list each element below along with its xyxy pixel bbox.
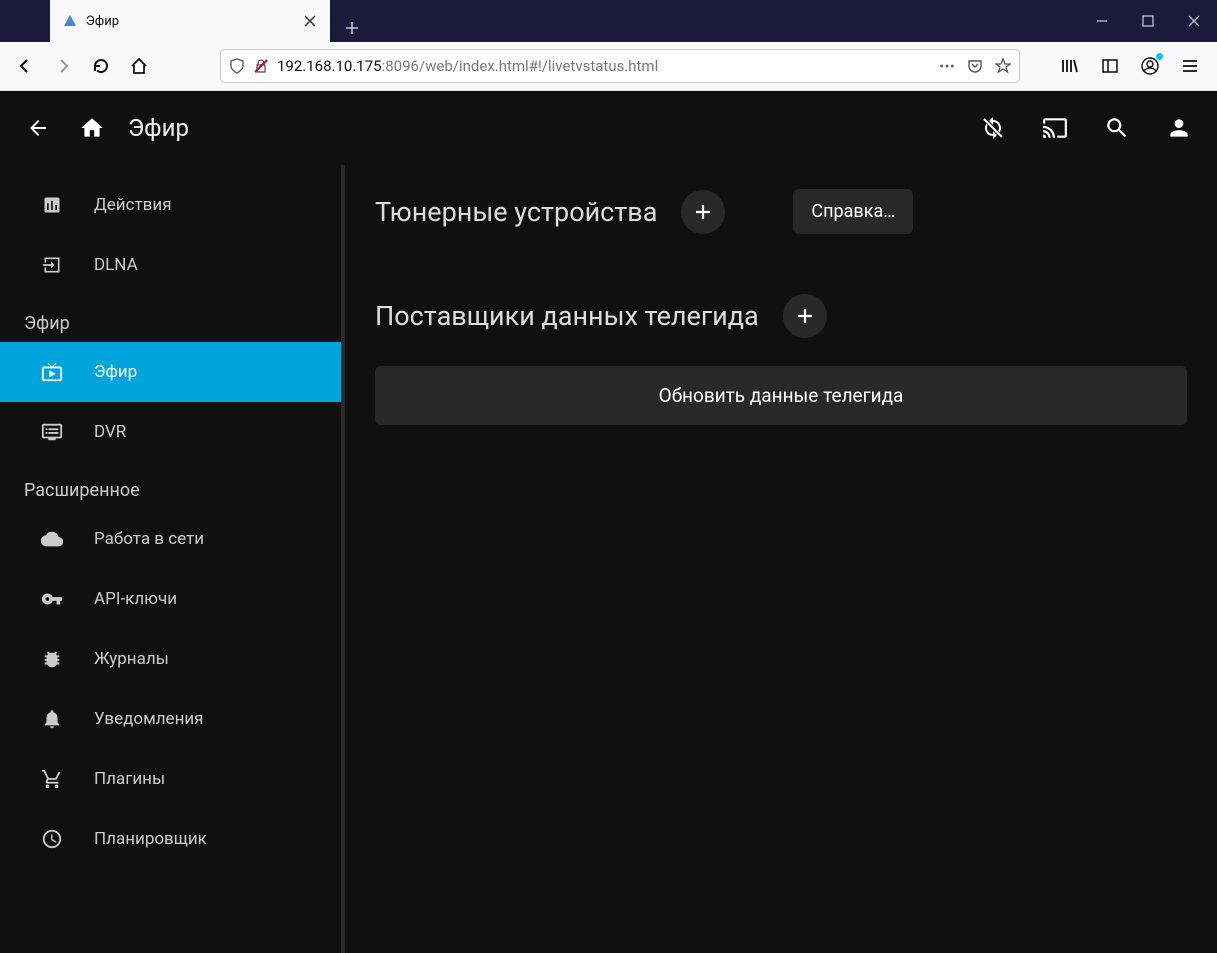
sidebar-item-livetv[interactable]: Эфир [0,342,341,402]
sidebar-item-label: Планировщик [94,829,207,849]
dvr-icon [40,420,64,444]
home-button[interactable] [122,49,156,83]
bell-icon [40,707,64,731]
library-icon[interactable] [1055,51,1085,81]
app-body: Действия DLNA Эфир Эфир DVR Расширенное … [0,165,1217,953]
lock-insecure-icon[interactable] [253,58,269,74]
sidebar-item-label: Плагины [94,769,165,789]
new-tab-button[interactable] [338,14,366,42]
sidebar-item-label: DVR [94,422,126,442]
hamburger-menu-icon[interactable] [1175,51,1205,81]
shield-icon[interactable] [229,58,245,74]
livetv-icon [40,360,64,384]
add-tuner-button[interactable] [681,190,725,234]
app-header: Эфир [0,91,1217,165]
bookmark-star-icon[interactable] [995,58,1011,74]
section-title-tuners: Тюнерные устройства [375,196,657,228]
sidebar-item-plugins[interactable]: Плагины [0,749,341,809]
sidebar-item-label: DLNA [94,255,138,275]
browser-titlebar: Эфир [0,0,1217,42]
url-text: 192.168.10.175:8096/web/index.html#!/liv… [277,57,931,75]
pocket-icon[interactable] [967,58,983,74]
refresh-guide-button[interactable]: Обновить данные телегида [375,366,1187,425]
sidebar-item-label: Журналы [94,649,169,669]
url-bar[interactable]: 192.168.10.175:8096/web/index.html#!/liv… [220,49,1020,83]
notification-dot [1156,53,1163,60]
sidebar-item-logs[interactable]: Журналы [0,629,341,689]
sync-off-icon[interactable] [979,114,1007,142]
cast-icon[interactable] [1041,114,1069,142]
sidebar-group-live: Эфир [0,295,341,342]
sidebar-item-dlna[interactable]: DLNA [0,235,341,295]
sidebar-icon[interactable] [1095,51,1125,81]
app-back-button[interactable] [24,114,52,142]
user-icon[interactable] [1165,114,1193,142]
close-icon[interactable] [302,13,318,29]
page-title: Эфир [128,114,953,142]
back-button[interactable] [8,49,42,83]
sidebar-item-label: Действия [94,195,172,215]
page-actions-icon[interactable] [939,58,955,74]
favicon-jellyfin-icon [62,13,78,29]
search-icon[interactable] [1103,114,1131,142]
chart-icon [40,193,64,217]
sidebar-item-scheduler[interactable]: Планировщик [0,809,341,869]
sidebar-item-label: Эфир [94,362,137,382]
clock-icon [40,827,64,851]
sidebar-item-activity[interactable]: Действия [0,175,341,235]
bug-icon [40,647,64,671]
guide-providers-section: Поставщики данных телегида Обновить данн… [375,294,1187,425]
sidebar-item-notifications[interactable]: Уведомления [0,689,341,749]
browser-toolbar: 192.168.10.175:8096/web/index.html#!/liv… [0,42,1217,91]
cart-icon [40,767,64,791]
account-icon[interactable] [1135,51,1165,81]
tuner-devices-section: Тюнерные устройства Справка… [375,189,1187,234]
maximize-button[interactable] [1125,0,1171,42]
input-icon [40,253,64,277]
window-close-button[interactable] [1171,0,1217,42]
tab-title: Эфир [86,14,294,29]
section-title-guides: Поставщики данных телегида [375,300,759,332]
sidebar-item-label: Уведомления [94,709,204,729]
window-controls [1079,0,1217,42]
sidebar-item-apikeys[interactable]: API-ключи [0,569,341,629]
sidebar-item-dvr[interactable]: DVR [0,402,341,462]
key-icon [40,587,64,611]
add-guide-provider-button[interactable] [783,294,827,338]
minimize-button[interactable] [1079,0,1125,42]
forward-button[interactable] [46,49,80,83]
app-home-button[interactable] [78,114,106,142]
cloud-icon [40,527,64,551]
sidebar-item-networking[interactable]: Работа в сети [0,509,341,569]
main-content: Тюнерные устройства Справка… Поставщики … [345,165,1217,953]
sidebar: Действия DLNA Эфир Эфир DVR Расширенное … [0,165,345,953]
help-button[interactable]: Справка… [793,189,913,234]
sidebar-item-label: Работа в сети [94,529,204,549]
reload-button[interactable] [84,49,118,83]
sidebar-item-label: API-ключи [94,589,177,609]
sidebar-group-advanced: Расширенное [0,462,341,509]
browser-tab[interactable]: Эфир [50,0,330,42]
